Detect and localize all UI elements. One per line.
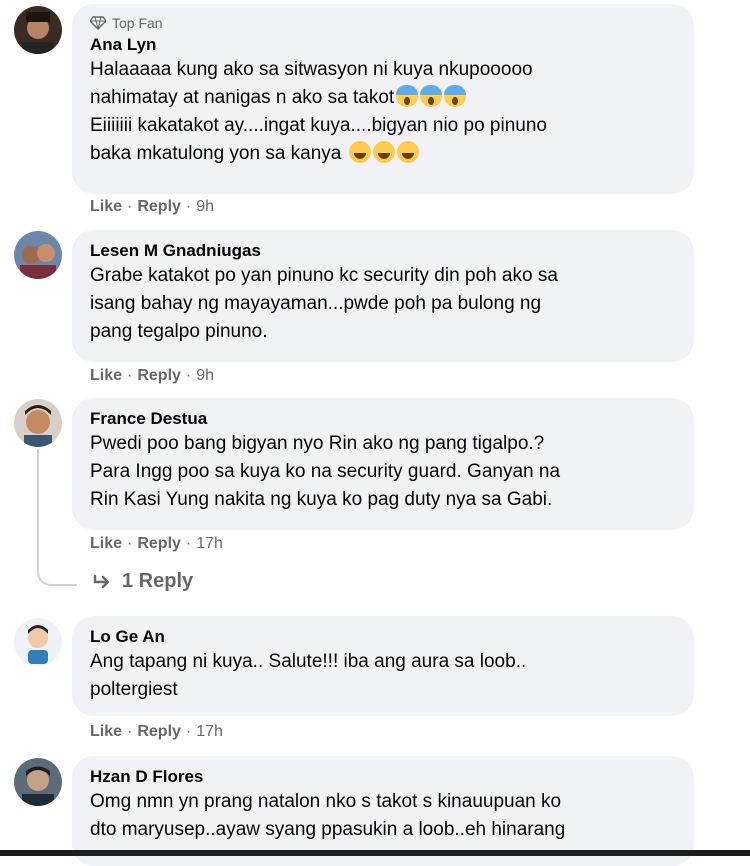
like-button[interactable]: Like — [90, 723, 122, 741]
separator: · — [127, 535, 133, 552]
separator: · — [127, 367, 133, 384]
comment-line: isang bahay ng mayayaman...pwde poh pa b… — [90, 293, 542, 314]
bottom-edge-bar — [0, 850, 750, 856]
avatar[interactable] — [14, 758, 62, 806]
avatar[interactable] — [14, 6, 62, 54]
separator: · — [127, 198, 133, 215]
badge-label: Top Fan — [112, 15, 163, 31]
reply-arrow-icon — [93, 574, 110, 588]
comment-actions: Like · Reply · 9h — [90, 198, 214, 216]
comment-text: Grabe katakot po yan pinuno kc security … — [90, 262, 676, 346]
comment-line-text: nahimatay at nanigas n ako sa takot — [90, 87, 395, 108]
timestamp[interactable]: 17h — [196, 723, 223, 741]
top-fan-badge: Top Fan — [90, 14, 676, 32]
comment-line: poltergiest — [90, 679, 178, 700]
comment-bubble: Lesen M Gnadniugas Grabe katakot po yan … — [72, 230, 694, 362]
comment-line: Para Ingg poo sa kuya ko na security gua… — [90, 461, 561, 482]
comment-line: pang tegalpo pinuno. — [90, 321, 268, 342]
comment-bubble: Top Fan Ana Lyn Halaaaaa kung ako sa sit… — [72, 4, 694, 194]
separator: · — [185, 535, 192, 552]
separator: · — [185, 198, 192, 215]
comment-author[interactable]: Lesen M Gnadniugas — [90, 240, 676, 262]
comment-line: Ang tapang ni kuya.. Salute!!! iba ang a… — [90, 651, 527, 672]
tired-face-emoji — [348, 141, 371, 163]
tired-face-emoji — [396, 141, 419, 163]
separator: · — [185, 367, 192, 384]
like-button[interactable]: Like — [90, 367, 122, 385]
avatar[interactable] — [14, 618, 62, 666]
comment-text: Pwedi poo bang bigyan nyo Rin ako ng pan… — [90, 430, 676, 514]
like-button[interactable]: Like — [90, 535, 122, 553]
comment-text: Halaaaaa kung ako sa sitwasyon ni kuya n… — [90, 56, 676, 168]
face-screaming-in-fear-emoji — [396, 85, 419, 107]
comment-line: Grabe katakot po yan pinuno kc security … — [90, 265, 558, 286]
comment-actions: Like · Reply · 17h — [90, 723, 223, 741]
comment-line: nahimatay at nanigas n ako sa takot — [90, 84, 676, 112]
comment-line: Eiiiiiii kakatakot ay....ingat kuya....b… — [90, 115, 547, 136]
comment-line-text: baka mkatulong yon sa kanya — [90, 143, 342, 164]
reply-button[interactable]: Reply — [137, 198, 181, 216]
like-button[interactable]: Like — [90, 198, 122, 216]
comment-line: Rin Kasi Yung nakita ng kuya ko pag duty… — [90, 489, 553, 510]
comment-actions: Like · Reply · 9h — [90, 367, 214, 385]
face-screaming-in-fear-emoji — [444, 85, 467, 107]
separator: · — [185, 723, 192, 740]
view-replies-label: 1 Reply — [122, 570, 194, 592]
comment-author[interactable]: Ana Lyn — [90, 34, 676, 56]
comment-bubble: Lo Ge An Ang tapang ni kuya.. Salute!!! … — [72, 616, 694, 716]
reply-button[interactable]: Reply — [137, 367, 181, 385]
tired-face-emoji — [372, 141, 395, 163]
comment-text: Ang tapang ni kuya.. Salute!!! iba ang a… — [90, 648, 676, 704]
comment-bubble: France Destua Pwedi poo bang bigyan nyo … — [72, 398, 694, 530]
comment-author[interactable]: France Destua — [90, 408, 676, 430]
diamond-icon — [90, 16, 106, 30]
comment-author[interactable]: Hzan D Flores — [90, 766, 676, 788]
comment-text: Omg nmn yn prang natalon nko s takot s k… — [90, 788, 676, 844]
comment-line: Pwedi poo bang bigyan nyo Rin ako ng pan… — [90, 433, 545, 454]
timestamp[interactable]: 9h — [196, 198, 214, 216]
avatar[interactable] — [14, 231, 62, 279]
comment-author[interactable]: Lo Ge An — [90, 626, 676, 648]
face-screaming-in-fear-emoji — [420, 85, 443, 107]
comment-line: Omg nmn yn prang natalon nko s takot s k… — [90, 791, 562, 812]
avatar[interactable] — [14, 399, 62, 447]
view-replies-link[interactable]: 1 Reply — [92, 570, 193, 593]
timestamp[interactable]: 17h — [196, 535, 223, 553]
comment-actions: Like · Reply · 17h — [90, 535, 223, 553]
reply-button[interactable]: Reply — [137, 535, 181, 553]
comment-line: baka mkatulong yon sa kanya — [90, 140, 676, 168]
reply-button[interactable]: Reply — [137, 723, 181, 741]
comment-line: dto maryusep..ayaw syang ppasukin a loob… — [90, 819, 566, 840]
comment-line: Halaaaaa kung ako sa sitwasyon ni kuya n… — [90, 59, 533, 80]
separator: · — [127, 723, 133, 740]
reply-thread-line — [37, 449, 77, 586]
timestamp[interactable]: 9h — [196, 367, 214, 385]
